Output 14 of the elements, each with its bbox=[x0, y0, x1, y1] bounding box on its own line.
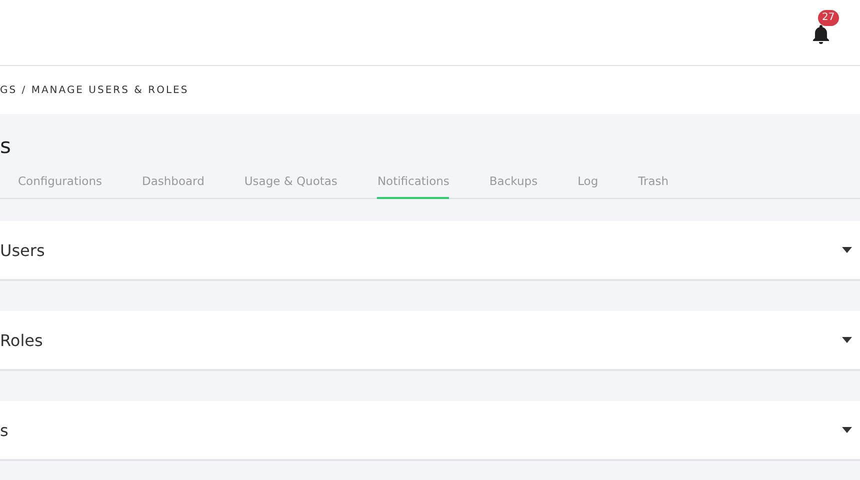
tab[interactable]: Notifications bbox=[377, 168, 450, 199]
page-title: s bbox=[0, 134, 12, 160]
tab[interactable]: Trash bbox=[638, 168, 669, 199]
tab[interactable]: Usage & Quotas bbox=[244, 168, 338, 199]
bell-icon[interactable] bbox=[812, 24, 830, 44]
tab[interactable]: Backups bbox=[489, 168, 538, 199]
panel-header[interactable]: Users bbox=[0, 221, 860, 281]
tab[interactable]: Configurations bbox=[18, 168, 102, 199]
breadcrumb: GS / MANAGE USERS & ROLES bbox=[0, 84, 189, 96]
tab[interactable]: Dashboard bbox=[142, 168, 204, 199]
tab[interactable]: Log bbox=[578, 168, 598, 199]
panel-header[interactable]: Roles bbox=[0, 311, 860, 371]
notification-badge: 27 bbox=[818, 10, 839, 26]
panel-header[interactable]: s bbox=[0, 401, 860, 461]
